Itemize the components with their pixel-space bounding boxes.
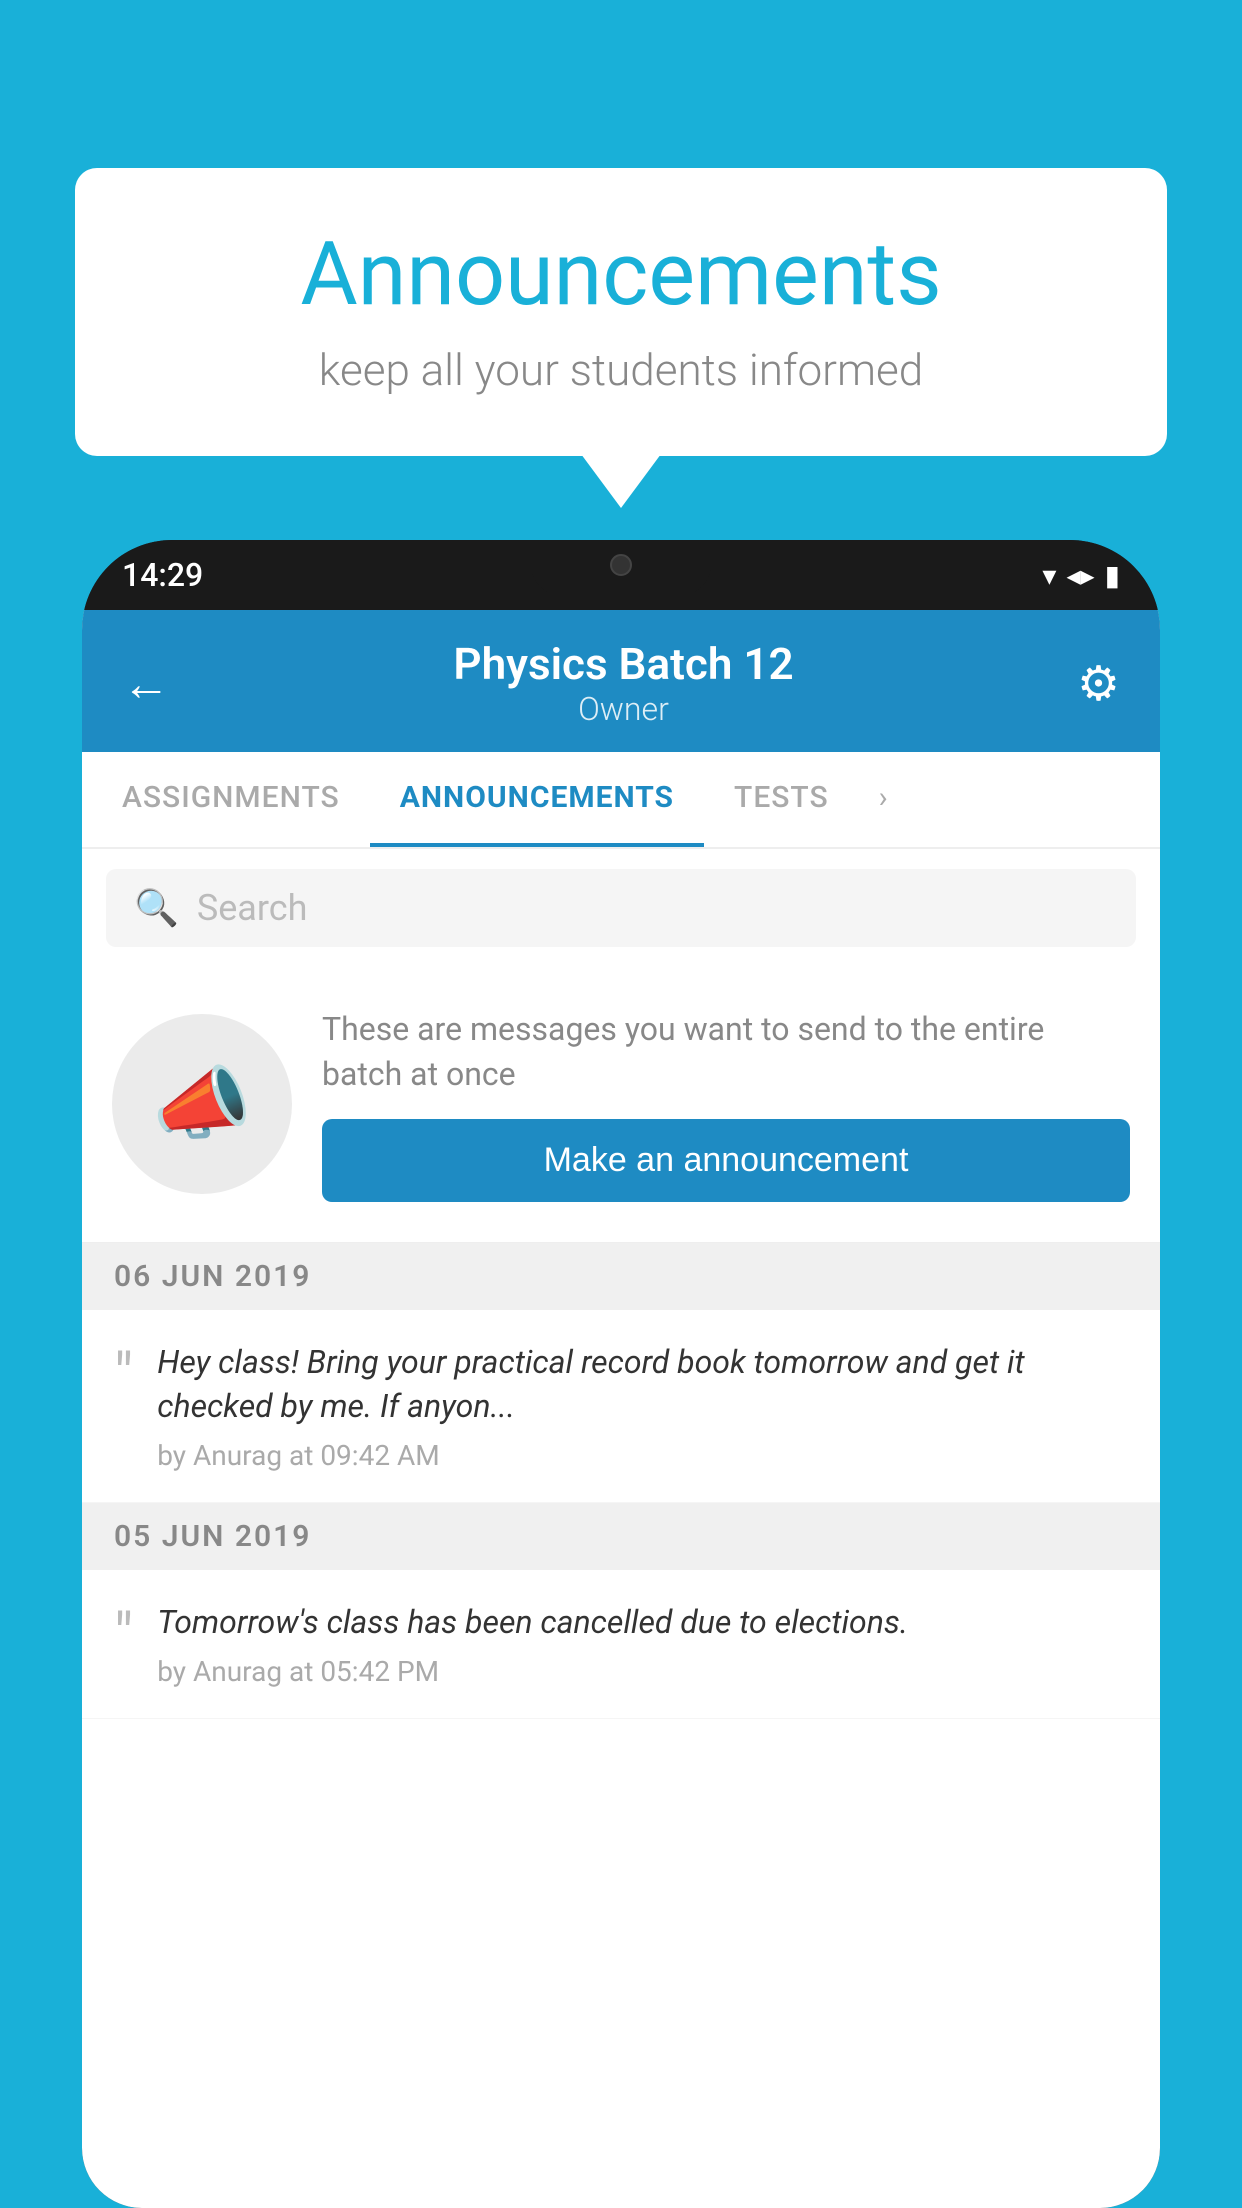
megaphone-icon: 📣 <box>152 1057 252 1151</box>
search-bar[interactable]: 🔍 Search <box>106 869 1136 947</box>
tab-announcements[interactable]: ANNOUNCEMENTS <box>370 752 704 847</box>
quote-icon-1: " <box>114 1346 133 1406</box>
header-title: Physics Batch 12 <box>453 638 793 690</box>
announcement-right: These are messages you want to send to t… <box>322 1007 1130 1202</box>
signal-icon: ◂▸ <box>1066 559 1094 592</box>
status-bar: 14:29 ▾ ◂▸ ▮ <box>82 540 1160 610</box>
speech-bubble-title: Announcements <box>135 223 1107 326</box>
announcement-item-2[interactable]: " Tomorrow's class has been cancelled du… <box>82 1570 1160 1719</box>
header-subtitle: Owner <box>453 690 793 728</box>
announcement-prompt: 📣 These are messages you want to send to… <box>82 967 1160 1243</box>
announcement-content-1: Hey class! Bring your practical record b… <box>157 1340 1128 1473</box>
announce-icon-circle: 📣 <box>112 1014 292 1194</box>
announcement-description: These are messages you want to send to t… <box>322 1007 1130 1097</box>
app-header: ← Physics Batch 12 Owner ⚙ <box>82 610 1160 752</box>
search-icon: 🔍 <box>134 887 179 929</box>
announcement-meta-1: by Anurag at 09:42 AM <box>157 1439 1128 1472</box>
speech-bubble: Announcements keep all your students inf… <box>75 168 1167 456</box>
battery-icon: ▮ <box>1105 559 1120 592</box>
tab-tests[interactable]: TESTS <box>704 752 859 847</box>
camera-dot <box>610 554 632 576</box>
phone-notch <box>531 540 711 595</box>
announcement-text-1: Hey class! Bring your practical record b… <box>157 1340 1128 1430</box>
header-title-block: Physics Batch 12 Owner <box>453 638 793 728</box>
phone-screen: ← Physics Batch 12 Owner ⚙ ASSIGNMENTS A… <box>82 610 1160 2208</box>
status-icons: ▾ ◂▸ ▮ <box>1042 559 1120 592</box>
announcement-meta-2: by Anurag at 05:42 PM <box>157 1655 1128 1688</box>
tabs-bar: ASSIGNMENTS ANNOUNCEMENTS TESTS › <box>82 752 1160 849</box>
tab-assignments[interactable]: ASSIGNMENTS <box>92 752 370 847</box>
announcement-text-2: Tomorrow's class has been cancelled due … <box>157 1600 1128 1645</box>
search-placeholder: Search <box>197 887 308 929</box>
search-bar-container: 🔍 Search <box>82 849 1160 967</box>
announcement-content-2: Tomorrow's class has been cancelled due … <box>157 1600 1128 1688</box>
settings-icon[interactable]: ⚙ <box>1077 655 1120 712</box>
tab-more-icon[interactable]: › <box>859 752 908 847</box>
speech-bubble-subtitle: keep all your students informed <box>135 344 1107 396</box>
phone-frame: 14:29 ▾ ◂▸ ▮ ← Physics Batch 12 Owner ⚙ … <box>82 540 1160 2208</box>
quote-icon-2: " <box>114 1606 133 1666</box>
wifi-icon: ▾ <box>1042 559 1056 592</box>
date-divider-2: 05 JUN 2019 <box>82 1503 1160 1570</box>
back-button[interactable]: ← <box>122 655 170 712</box>
date-divider-1: 06 JUN 2019 <box>82 1243 1160 1310</box>
status-time: 14:29 <box>122 556 203 594</box>
announcement-item-1[interactable]: " Hey class! Bring your practical record… <box>82 1310 1160 1504</box>
make-announcement-button[interactable]: Make an announcement <box>322 1119 1130 1202</box>
